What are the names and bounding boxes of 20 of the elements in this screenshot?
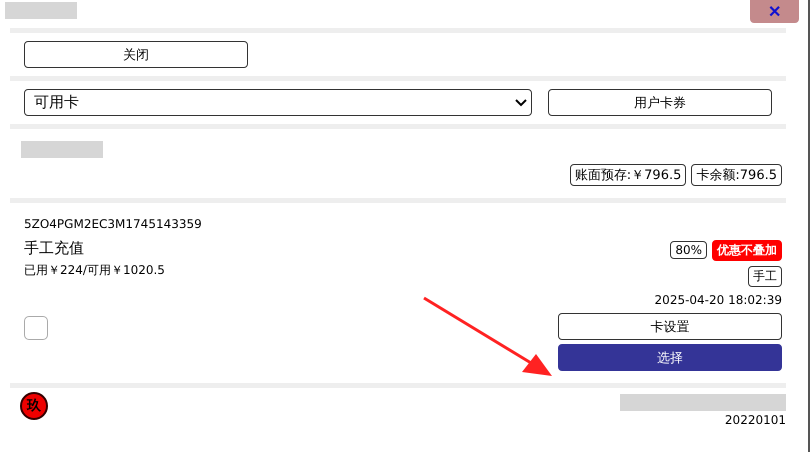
card-name: 手工充值	[24, 239, 85, 258]
chevron-down-icon	[515, 98, 527, 106]
card-checkbox[interactable]	[24, 316, 48, 340]
card-tag: 手工	[748, 266, 782, 287]
logo: 玖	[20, 392, 48, 420]
card-usage: 已用￥224/可用￥1020.5	[24, 262, 166, 279]
balance-label: 账面预存:￥796.5	[570, 164, 686, 186]
balance-label: 卡余额:796.5	[691, 164, 782, 186]
card-time: 2025-04-20 18:02:39	[654, 293, 782, 307]
close-button[interactable]: 关闭	[24, 41, 248, 68]
user-coupons-button[interactable]: 用户卡券	[548, 89, 772, 116]
version-label: 20220101	[724, 413, 786, 427]
card-select[interactable]: 可用卡	[24, 89, 532, 116]
close-button[interactable]: ✕	[750, 0, 799, 23]
card-code: 5ZO4PGM2EC3M1745143359	[24, 217, 202, 231]
select-button[interactable]: 选择	[558, 344, 782, 371]
card-settings-button[interactable]: 卡设置	[558, 313, 782, 340]
redacted-block	[5, 2, 77, 19]
card-tag: 优惠不叠加	[712, 240, 782, 261]
card-tag: 80%	[670, 241, 707, 259]
